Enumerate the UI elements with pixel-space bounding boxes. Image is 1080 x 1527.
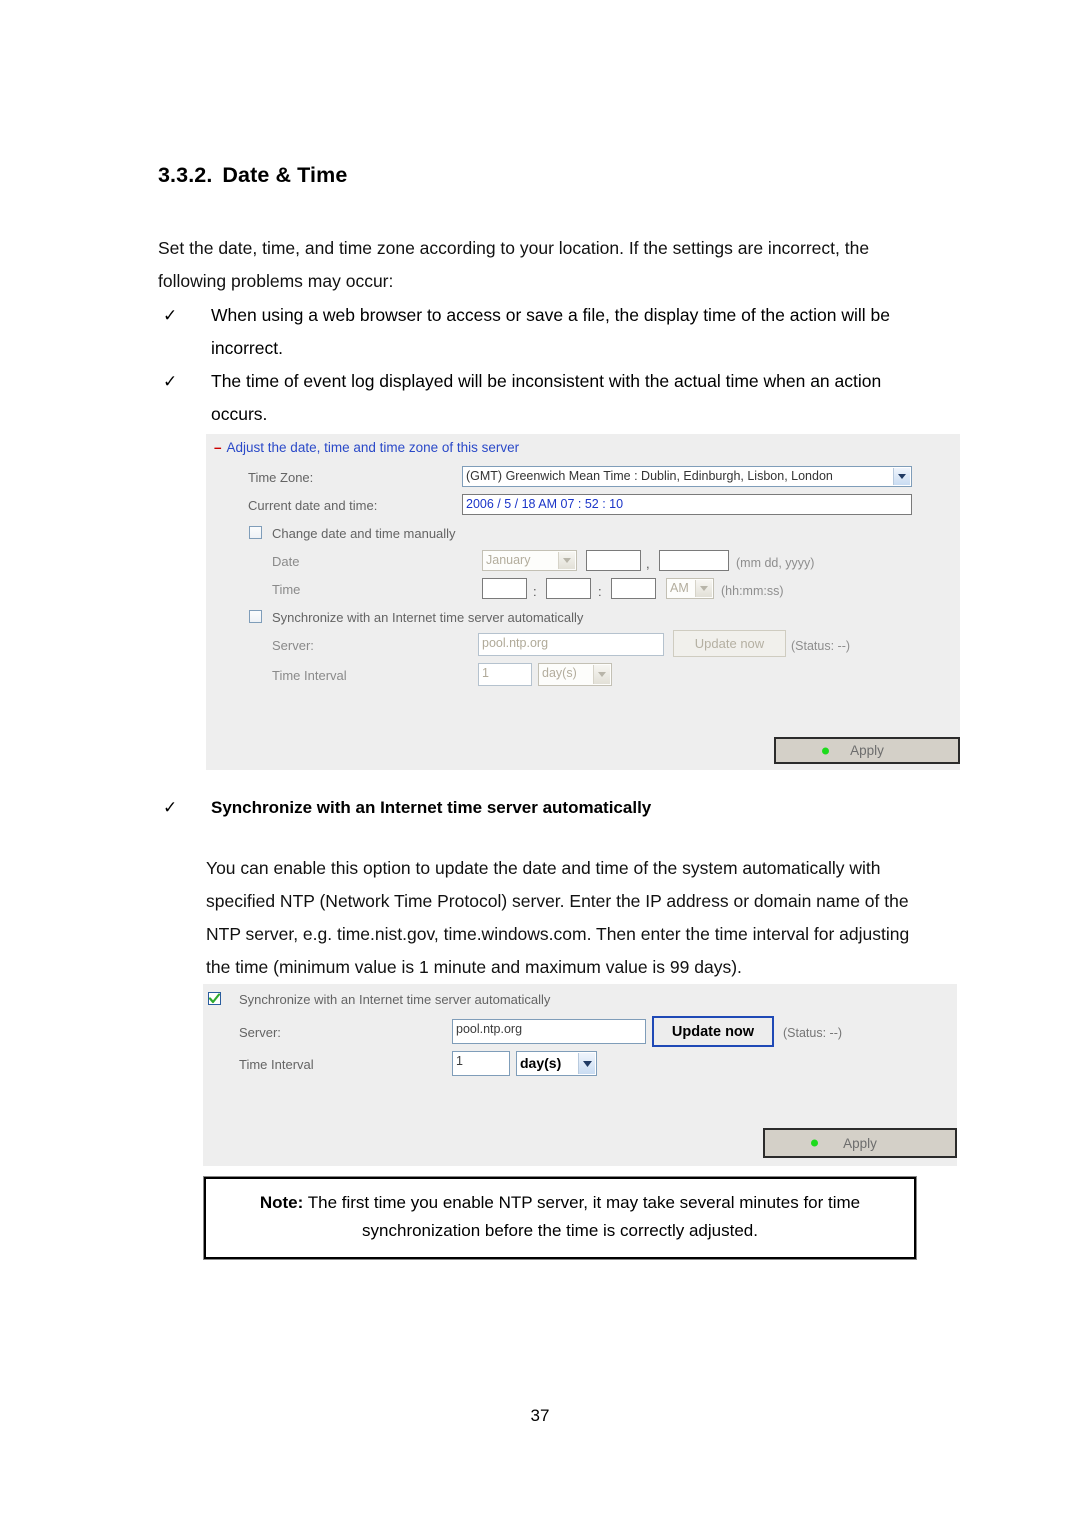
- sync-internet-label: Synchronize with an Internet time server…: [239, 992, 551, 1007]
- date-comma-separator: ,: [646, 556, 650, 571]
- time-meridiem-value: AM: [670, 581, 689, 595]
- heading-number: 3.3.2.: [158, 163, 213, 187]
- server-label: Server:: [272, 638, 314, 653]
- update-now-button[interactable]: Update now: [673, 630, 786, 657]
- ntp-sync-panel: Synchronize with an Internet time server…: [203, 984, 957, 1166]
- update-now-button[interactable]: Update now: [652, 1016, 774, 1047]
- change-manually-label: Change date and time manually: [272, 526, 456, 541]
- date-time-settings-panel: – Adjust the date, time and time zone of …: [206, 434, 960, 770]
- time-format-hint: (hh:mm:ss): [721, 584, 784, 598]
- heading-text: Date & Time: [222, 163, 348, 187]
- timezone-select[interactable]: (GMT) Greenwich Mean Time : Dublin, Edin…: [462, 466, 912, 487]
- checkmark-icon: ✓: [163, 306, 178, 325]
- current-datetime-label: Current date and time:: [248, 498, 378, 513]
- note-label: Note:: [259, 1193, 304, 1212]
- time-hour-input[interactable]: [482, 578, 527, 599]
- date-format-hint: (mm dd, yyyy): [736, 556, 815, 570]
- panel-header-label: Adjust the date, time and time zone of t…: [226, 440, 520, 455]
- chevron-down-icon[interactable]: [593, 665, 610, 684]
- date-day-input[interactable]: [586, 550, 641, 571]
- date-month-select[interactable]: January: [482, 550, 577, 571]
- sync-internet-checkbox[interactable]: [208, 992, 221, 1005]
- sync-paragraph: You can enable this option to update the…: [206, 858, 910, 977]
- sync-bullet-title: Synchronize with an Internet time server…: [211, 798, 652, 817]
- time-label: Time: [272, 582, 301, 597]
- chevron-down-icon[interactable]: [558, 552, 575, 569]
- time-colon-2: :: [598, 584, 602, 599]
- intro-paragraph: Set the date, time, and time zone accord…: [158, 238, 870, 291]
- timezone-label: Time Zone:: [248, 470, 314, 485]
- note-body: The first time you enable NTP server, it…: [303, 1193, 861, 1240]
- time-interval-unit-value: day(s): [542, 666, 577, 680]
- time-interval-label: Time Interval: [272, 668, 347, 683]
- time-interval-label: Time Interval: [239, 1057, 314, 1072]
- update-status-text: (Status: --): [783, 1026, 843, 1040]
- time-meridiem-select[interactable]: AM: [666, 578, 714, 599]
- current-datetime-field: 2006 / 5 / 18 AM 07 : 52 : 10: [462, 494, 912, 515]
- time-interval-input[interactable]: 1: [478, 663, 532, 686]
- sync-internet-label: Synchronize with an Internet time server…: [272, 610, 584, 625]
- time-second-input[interactable]: [611, 578, 656, 599]
- time-interval-input[interactable]: 1: [452, 1051, 510, 1076]
- change-manually-checkbox[interactable]: [249, 526, 262, 539]
- chevron-down-icon[interactable]: [695, 580, 712, 597]
- date-year-input[interactable]: [659, 550, 729, 571]
- server-input[interactable]: pool.ntp.org: [452, 1019, 646, 1044]
- date-label: Date: [272, 554, 300, 569]
- apply-button-label: Apply: [843, 1135, 877, 1151]
- page-number: 37: [530, 1406, 550, 1425]
- update-status-text: (Status: --): [791, 639, 851, 653]
- list-item-text: When using a web browser to access or sa…: [211, 305, 890, 358]
- status-indicator-dot: [822, 747, 829, 754]
- checkmark-icon: ✓: [163, 798, 178, 817]
- chevron-down-icon[interactable]: [893, 468, 910, 485]
- time-interval-unit-value: day(s): [520, 1055, 562, 1071]
- panel-header[interactable]: – Adjust the date, time and time zone of …: [214, 440, 519, 455]
- time-minute-input[interactable]: [546, 578, 591, 599]
- time-interval-unit-select[interactable]: day(s): [516, 1051, 597, 1076]
- document-page: 3.3.2. Date & Time Set the date, time, an…: [0, 0, 1080, 1527]
- apply-button[interactable]: Apply: [774, 737, 960, 764]
- time-colon-1: :: [533, 584, 537, 599]
- timezone-select-value: (GMT) Greenwich Mean Time : Dublin, Edin…: [466, 469, 833, 483]
- checkmark-icon: ✓: [163, 372, 178, 391]
- time-interval-unit-select[interactable]: day(s): [538, 663, 612, 686]
- collapse-minus-icon[interactable]: –: [214, 440, 222, 455]
- sync-internet-checkbox[interactable]: [249, 610, 262, 623]
- note-box: Note: The first time you enable NTP serv…: [204, 1177, 916, 1259]
- apply-button-label: Apply: [850, 743, 884, 758]
- note-text: Note: The first time you enable NTP serv…: [206, 1189, 914, 1245]
- status-indicator-dot: [811, 1139, 818, 1147]
- list-item: ✓ Synchronize with an Internet time serv…: [163, 791, 923, 824]
- list-item-text: The time of event log displayed will be …: [211, 371, 882, 424]
- server-label: Server:: [239, 1025, 281, 1040]
- date-month-value: January: [486, 553, 531, 567]
- page-title: 3.3.2. Date & Time: [158, 163, 347, 188]
- list-item: ✓ When using a web browser to access or …: [163, 299, 923, 365]
- server-input[interactable]: pool.ntp.org: [478, 633, 664, 656]
- apply-button[interactable]: Apply: [763, 1128, 957, 1158]
- list-item: ✓ The time of event log displayed will b…: [163, 365, 923, 431]
- chevron-down-icon[interactable]: [578, 1053, 595, 1074]
